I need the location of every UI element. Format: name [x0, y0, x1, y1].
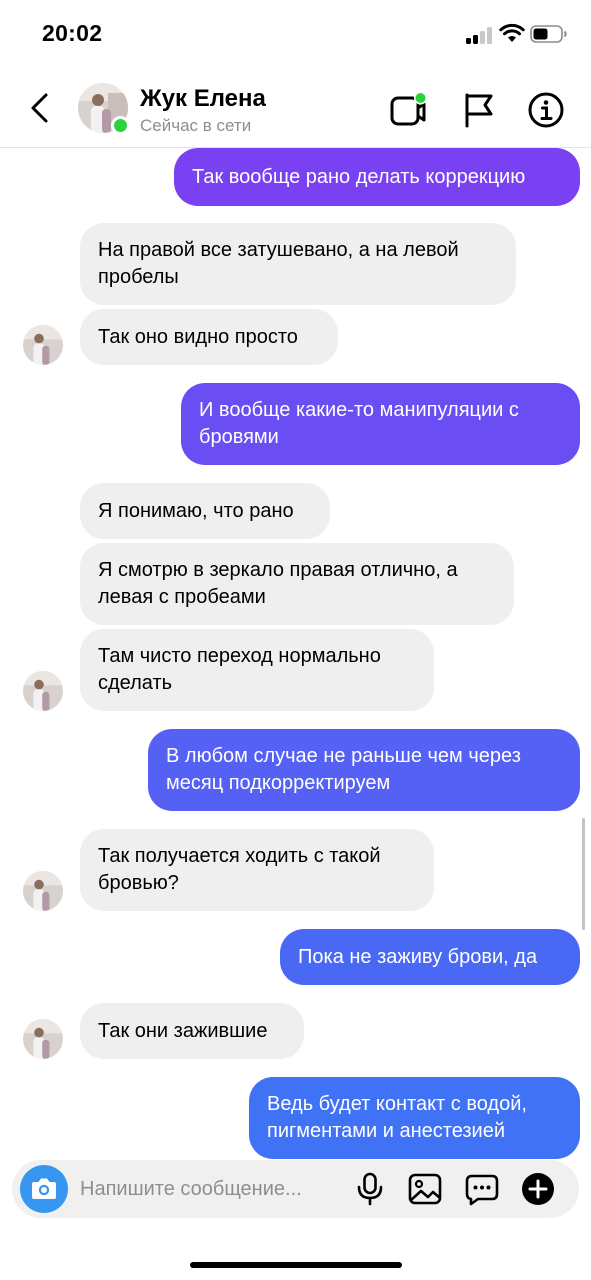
message-outgoing[interactable]: Пока не заживу брови, да	[280, 929, 580, 985]
status-time: 20:02	[42, 20, 103, 46]
message-text: Я смотрю в зеркало правая отлично, а лев…	[98, 559, 458, 608]
message-composer	[12, 1160, 579, 1218]
contact-status: Сейчас в сети	[140, 116, 252, 135]
scrollbar[interactable]	[582, 818, 585, 930]
camera-button[interactable]	[20, 1165, 68, 1213]
message-text: Пока не заживу брови, да	[298, 945, 538, 968]
battery-icon	[530, 25, 567, 43]
camera-icon	[32, 1178, 56, 1199]
flag-icon[interactable]	[459, 90, 499, 130]
message-list[interactable]: Так вообще рано делать коррекцию На прав…	[0, 148, 591, 1160]
sender-avatar[interactable]	[23, 1019, 63, 1059]
plus-icon[interactable]	[520, 1171, 556, 1207]
message-incoming[interactable]: Там чисто переход нормально сделать	[80, 629, 434, 711]
status-bar: 20:02	[0, 0, 591, 70]
message-text: В любом случае не раньше чем через месяц…	[166, 745, 521, 794]
message-text: И вообще какие-то манипуляции с бровями	[199, 399, 519, 448]
wifi-icon	[499, 23, 525, 42]
contact-name[interactable]: Жук Елена	[140, 85, 266, 113]
message-outgoing[interactable]: Ведь будет контакт с водой, пигментами и…	[249, 1077, 580, 1159]
info-icon[interactable]	[526, 90, 566, 130]
message-text: Так получается ходить с такой бровью?	[98, 845, 381, 894]
microphone-icon[interactable]	[352, 1171, 388, 1207]
sticker-icon[interactable]	[464, 1171, 500, 1207]
sender-avatar[interactable]	[23, 671, 63, 711]
message-outgoing[interactable]: И вообще какие-то манипуляции с бровями	[181, 383, 580, 465]
message-text: Ведь будет контакт с водой, пигментами и…	[267, 1093, 527, 1142]
message-outgoing[interactable]: Так вообще рано делать коррекцию	[174, 148, 580, 206]
chat-header: Жук Елена Сейчас в сети	[0, 70, 591, 148]
message-text: Так вообще рано делать коррекцию	[192, 165, 526, 188]
home-indicator	[190, 1262, 402, 1268]
message-outgoing[interactable]: В любом случае не раньше чем через месяц…	[148, 729, 580, 811]
sender-avatar[interactable]	[23, 871, 63, 911]
back-icon[interactable]	[22, 88, 58, 128]
message-text: На правой все затушевано, а на левой про…	[98, 239, 459, 288]
gallery-icon[interactable]	[407, 1171, 443, 1207]
message-incoming[interactable]: Так оно видно просто	[80, 309, 338, 365]
message-input[interactable]	[80, 1168, 350, 1210]
message-text: Так они зажившие	[98, 1019, 268, 1042]
message-incoming[interactable]: На правой все затушевано, а на левой про…	[80, 223, 516, 305]
online-status-dot	[111, 116, 130, 135]
cellular-signal-icon	[466, 26, 494, 44]
message-incoming[interactable]: Я смотрю в зеркало правая отлично, а лев…	[80, 543, 514, 625]
message-incoming[interactable]: Так получается ходить с такой бровью?	[80, 829, 434, 911]
message-text: Я понимаю, что рано	[98, 499, 294, 522]
message-incoming[interactable]: Так они зажившие	[80, 1003, 304, 1059]
video-call-icon[interactable]	[388, 90, 428, 130]
sender-avatar[interactable]	[23, 325, 63, 365]
message-incoming[interactable]: Я понимаю, что рано	[80, 483, 330, 539]
message-text: Там чисто переход нормально сделать	[98, 645, 381, 694]
message-text: Так оно видно просто	[98, 325, 298, 348]
